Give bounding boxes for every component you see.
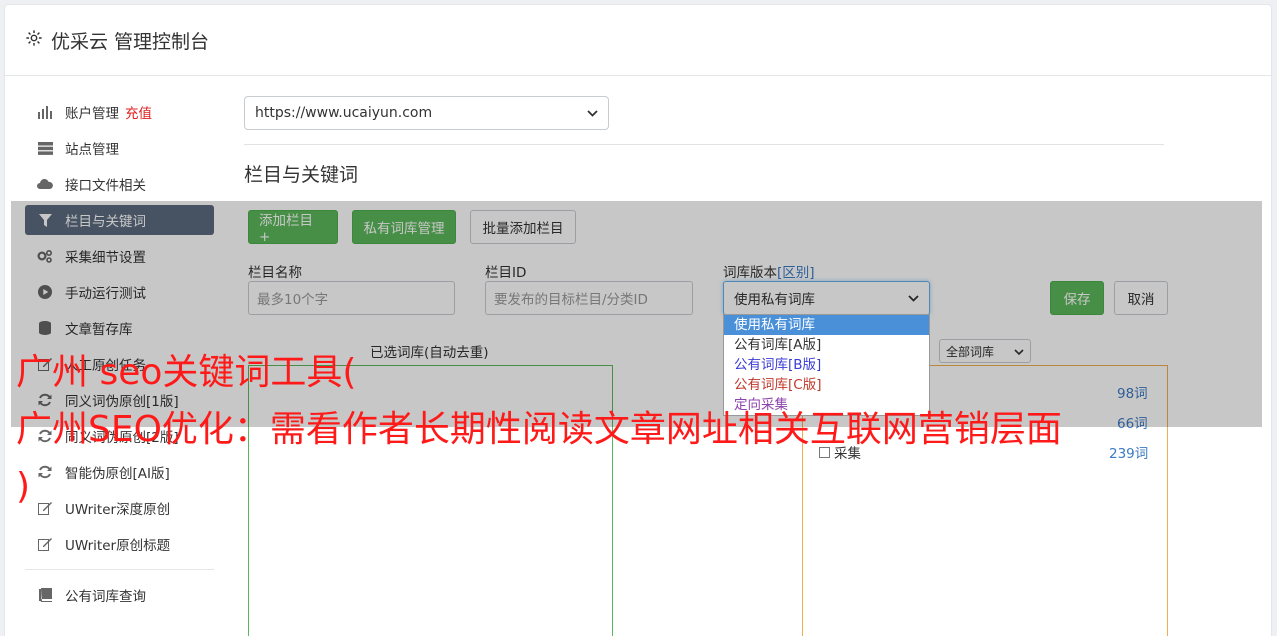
sidebar-item-uwriter-title[interactable]: UWriter原创标题 — [25, 529, 214, 559]
server-icon — [37, 140, 53, 156]
sidebar-item-label: 接口文件相关 — [65, 178, 146, 194]
watermark-text: ) — [16, 466, 31, 507]
version-dropdown: 使用私有词库 公有词库[A版] 公有词库[B版] 公有词库[C版] 定向采集 — [723, 314, 930, 416]
watermark-text: 广州 seo关键词工具( — [16, 352, 357, 393]
dropdown-option[interactable]: 公有词库[A版] — [724, 335, 929, 355]
chevron-down-icon — [587, 105, 598, 121]
sidebar-item-uwriter-deep[interactable]: UWriter深度原创 — [25, 493, 214, 523]
cloud-upload-icon — [37, 176, 53, 192]
gear-icon — [25, 29, 43, 51]
dropdown-option[interactable]: 使用私有词库 — [724, 315, 929, 335]
refresh-icon — [37, 464, 53, 480]
lib-count: 239词 — [1109, 446, 1149, 462]
dropdown-option[interactable]: 公有词库[B版] — [724, 355, 929, 375]
sidebar-item-label: UWriter深度原创 — [65, 502, 171, 518]
sidebar-item-label: 账户管理 — [65, 106, 119, 122]
sidebar-item-label: 站点管理 — [65, 142, 119, 158]
bar-chart-icon — [37, 104, 53, 120]
watermark-text: 广州SEO优化：需看作者长期性阅读文章网址相关互联网营销层面 — [16, 409, 1062, 450]
book-icon — [37, 587, 53, 603]
recharge-link[interactable]: 充值 — [125, 102, 152, 122]
site-select[interactable]: https://www.ucaiyun.com — [244, 96, 609, 130]
sidebar-item-account[interactable]: 账户管理 充值 — [25, 97, 214, 127]
page-title: 优采云 管理控制台 — [51, 30, 210, 53]
edit-icon — [37, 536, 53, 552]
section-title: 栏目与关键词 — [244, 164, 359, 186]
divider — [244, 144, 1164, 145]
sidebar-item-label: UWriter原创标题 — [65, 538, 171, 554]
sidebar-item-public-lib[interactable]: 公有词库查询 — [25, 580, 214, 610]
sidebar-item-ai-original[interactable]: 智能伪原创[AI版] — [25, 457, 214, 487]
header: 优采云 管理控制台 — [5, 5, 1271, 76]
dropdown-option[interactable]: 公有词库[C版] — [724, 375, 929, 395]
sidebar-item-sites[interactable]: 站点管理 — [25, 133, 214, 163]
edit-icon — [37, 500, 53, 516]
sidebar-item-label: 智能伪原创[AI版] — [65, 466, 170, 482]
sidebar-divider — [25, 569, 214, 570]
site-select-value: https://www.ucaiyun.com — [255, 105, 433, 121]
sidebar-item-interface[interactable]: 接口文件相关 — [25, 169, 214, 199]
sidebar-item-label: 公有词库查询 — [65, 589, 146, 605]
